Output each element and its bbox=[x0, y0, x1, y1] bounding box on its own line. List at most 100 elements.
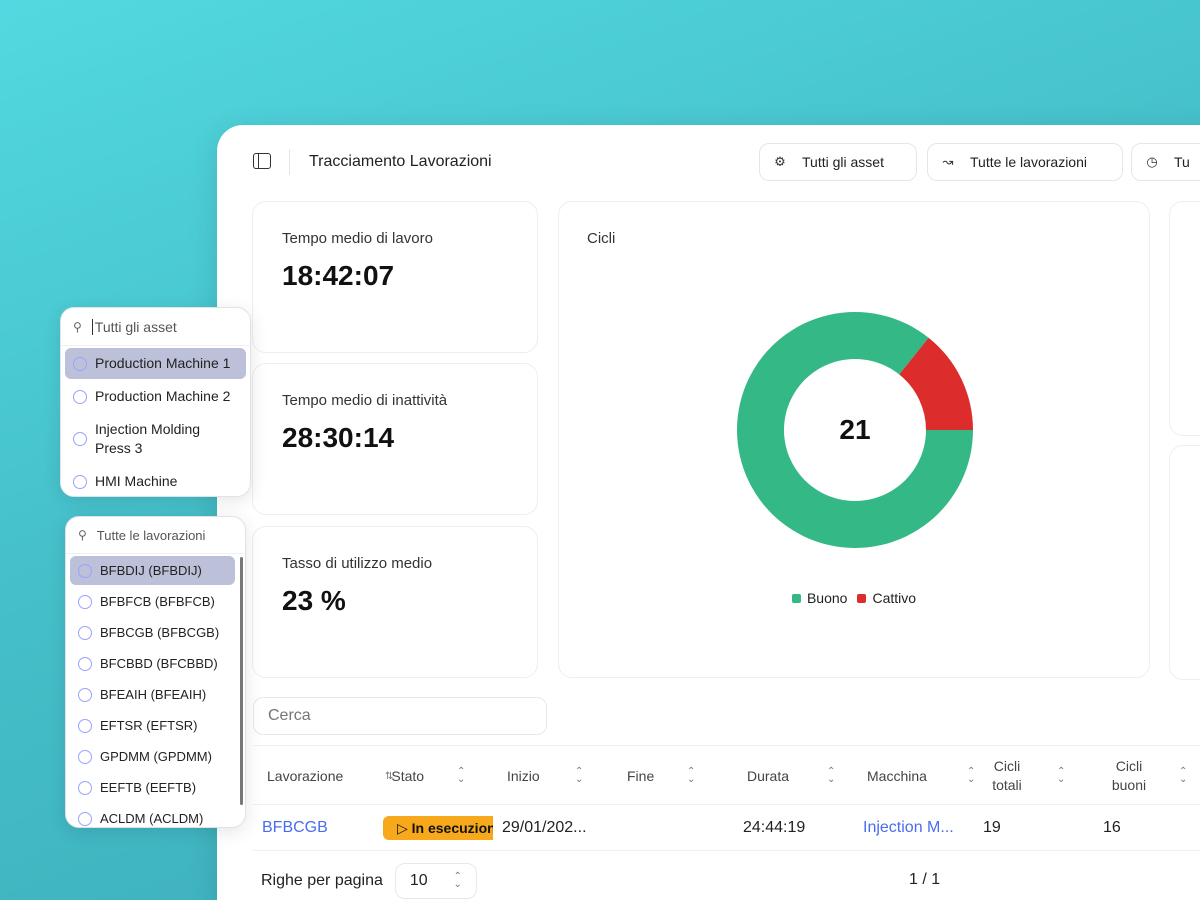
legend-item-good[interactable]: Buono bbox=[791, 590, 848, 606]
status-badge: ▷ In esecuzione bbox=[383, 816, 493, 840]
chart-title: Cicli bbox=[587, 230, 616, 247]
app-window: Tracciamento Lavorazioni ⚙ Tutti gli ass… bbox=[217, 125, 1200, 900]
column-header-lavorazione[interactable]: Lavorazione bbox=[267, 746, 343, 806]
column-header-durata[interactable]: Durata ⌃ ⌄ bbox=[747, 746, 835, 806]
stat-value: 18:42:07 bbox=[282, 260, 395, 291]
option-label: Injection Molding Press 3 bbox=[95, 421, 201, 456]
option-label: Production Machine 1 bbox=[95, 355, 231, 371]
sort-icon: ⌃ ⌄ bbox=[457, 766, 466, 785]
sort-icon: ⌃ ⌄ bbox=[1179, 766, 1188, 785]
top-bar: Tracciamento Lavorazioni ⚙ Tutti gli ass… bbox=[217, 125, 1200, 201]
legend-item-bad[interactable]: Cattivo bbox=[857, 590, 916, 606]
job-option[interactable]: BFBDIJ (BFBDIJ) bbox=[70, 556, 235, 585]
total-cycles-cell: 19 bbox=[983, 819, 1001, 836]
option-label: BFBCGB (BFBCGB) bbox=[100, 625, 220, 640]
stat-label: Tasso di utilizzo medio bbox=[282, 555, 433, 572]
column-header-macchina[interactable]: Macchina ⌃ ⌄ bbox=[867, 746, 975, 806]
radio-icon bbox=[78, 718, 92, 733]
stat-value: 28:30:14 bbox=[282, 422, 395, 453]
option-label: BFBFCB (BFBFCB) bbox=[100, 594, 215, 609]
time-filter-button[interactable]: ◷ Tu bbox=[1131, 143, 1200, 181]
radio-icon bbox=[78, 749, 92, 764]
divider bbox=[289, 149, 290, 175]
legend-swatch bbox=[857, 593, 867, 603]
radio-icon bbox=[78, 780, 92, 795]
stat-card-work-time: Tempo medio di lavoro 18:42:07 bbox=[252, 201, 538, 353]
text-cursor bbox=[91, 318, 93, 335]
legend-label: Buono bbox=[806, 590, 848, 606]
option-label: ACLDM (ACLDM) bbox=[100, 811, 204, 826]
all-assets-button[interactable]: ⚙ Tutti gli asset bbox=[759, 143, 917, 181]
sort-icon: ⌃ ⌄ bbox=[1057, 766, 1066, 785]
asset-option[interactable]: Injection Molding Press 3 bbox=[65, 414, 246, 464]
pagination: Righe per pagina 10 ⌃ ⌄ bbox=[261, 863, 477, 899]
stat-card-idle-time: Tempo medio di inattività 28:30:14 bbox=[252, 363, 538, 515]
column-label: Cicli buoni bbox=[1111, 758, 1147, 793]
start-cell: 29/01/202... bbox=[502, 819, 587, 836]
jobs-search[interactable]: ⚲ Tutte le lavorazioni bbox=[66, 517, 245, 554]
chevron-updown-icon: ⌃ ⌄ bbox=[453, 871, 462, 890]
job-option[interactable]: EFTSR (EFTSR) bbox=[70, 711, 241, 740]
option-label: EEFTB (EEFTB) bbox=[100, 780, 197, 795]
stat-label: Tempo medio di inattività bbox=[282, 392, 448, 409]
search-icon: ⚲ bbox=[78, 528, 87, 542]
column-label: Inizio bbox=[507, 768, 540, 784]
table-row[interactable]: BFBCGB ▷ In esecuzione 29/01/202... 24:4… bbox=[253, 805, 1200, 851]
radio-icon bbox=[78, 811, 92, 826]
time-filter-label: Tu bbox=[1174, 154, 1190, 170]
job-option[interactable]: GPDMM (GPDMM) bbox=[70, 742, 241, 771]
machine-link[interactable]: Injection M... bbox=[863, 805, 954, 851]
job-option[interactable]: BFCBBD (BFCBBD) bbox=[70, 649, 241, 678]
column-label: Fine bbox=[627, 768, 655, 784]
asset-option[interactable]: HMI Machine bbox=[65, 466, 246, 497]
asset-dropdown: ⚲ Tutti gli asset Production Machine 1 P… bbox=[60, 307, 251, 497]
radio-icon bbox=[78, 625, 92, 640]
stat-card-utilization: Tasso di utilizzo medio 23 % bbox=[252, 526, 538, 678]
search-input[interactable] bbox=[253, 697, 547, 735]
job-option[interactable]: EEFTB (EEFTB) bbox=[70, 773, 241, 802]
option-label: BFCBBD (BFCBBD) bbox=[100, 656, 218, 671]
jobs-dropdown: ⚲ Tutte le lavorazioni BFBDIJ (BFBDIJ) B… bbox=[65, 516, 246, 828]
all-jobs-button[interactable]: ↝ Tutte le lavorazioni bbox=[927, 143, 1123, 181]
column-header-fine[interactable]: Fine ⌃ ⌄ bbox=[627, 746, 695, 806]
rows-per-page-select[interactable]: 10 ⌃ ⌄ bbox=[394, 863, 477, 899]
sidebar-toggle-icon[interactable] bbox=[253, 153, 271, 169]
column-header-cicli-buoni[interactable]: Cicli buoni ⌃ ⌄ bbox=[1109, 746, 1188, 806]
radio-icon bbox=[73, 356, 87, 371]
job-option[interactable]: BFBCGB (BFBCGB) bbox=[70, 618, 241, 647]
process-icon: ↝ bbox=[942, 154, 954, 169]
option-label: Production Machine 2 bbox=[95, 388, 231, 404]
column-header-stato[interactable]: ⇅ Stato ⌃ ⌄ bbox=[385, 746, 465, 806]
asset-option[interactable]: Production Machine 2 bbox=[65, 381, 246, 412]
radio-icon bbox=[73, 432, 87, 446]
cycles-chart-card: Cicli 21 Buono Cattivo bbox=[558, 201, 1150, 678]
option-label: BFEAIH (BFEAIH) bbox=[100, 687, 207, 702]
jobs-search-placeholder: Tutte le lavorazioni bbox=[96, 527, 206, 543]
sort-icon: ⌃ ⌄ bbox=[967, 766, 976, 785]
column-label: Cicli totali bbox=[992, 758, 1022, 793]
donut-chart: 21 bbox=[735, 310, 975, 550]
column-label: Stato bbox=[391, 768, 425, 784]
page-indicator: 1 / 1 bbox=[909, 871, 941, 888]
dropdown-scrollbar[interactable] bbox=[240, 557, 243, 805]
all-assets-label: Tutti gli asset bbox=[802, 154, 884, 170]
sort-icon: ⌃ ⌄ bbox=[827, 766, 836, 785]
job-option[interactable]: BFBFCB (BFBFCB) bbox=[70, 587, 241, 616]
column-header-inizio[interactable]: Inizio ⌃ ⌄ bbox=[507, 746, 583, 806]
column-header-cicli-totali[interactable]: Cicli totali ⌃ ⌄ bbox=[987, 746, 1065, 806]
option-label: GPDMM (GPDMM) bbox=[100, 749, 212, 764]
radio-icon bbox=[78, 563, 92, 578]
asset-search[interactable]: ⚲ Tutti gli asset bbox=[61, 308, 250, 346]
job-option[interactable]: BFEAIH (BFEAIH) bbox=[70, 680, 241, 709]
radio-icon bbox=[78, 656, 92, 671]
sort-icon: ⌃ ⌄ bbox=[575, 766, 584, 785]
search-icon: ⚲ bbox=[73, 319, 82, 334]
job-option[interactable]: ACLDM (ACLDM) bbox=[70, 804, 241, 833]
all-jobs-label: Tutte le lavorazioni bbox=[970, 154, 1087, 170]
stat-label: Tempo medio di lavoro bbox=[282, 230, 433, 247]
sort-icon: ⌃ ⌄ bbox=[687, 766, 696, 785]
asset-option[interactable]: Production Machine 1 bbox=[65, 348, 246, 379]
column-label: Lavorazione bbox=[267, 768, 344, 784]
radio-icon bbox=[73, 474, 87, 489]
job-link[interactable]: BFBCGB bbox=[262, 805, 328, 851]
